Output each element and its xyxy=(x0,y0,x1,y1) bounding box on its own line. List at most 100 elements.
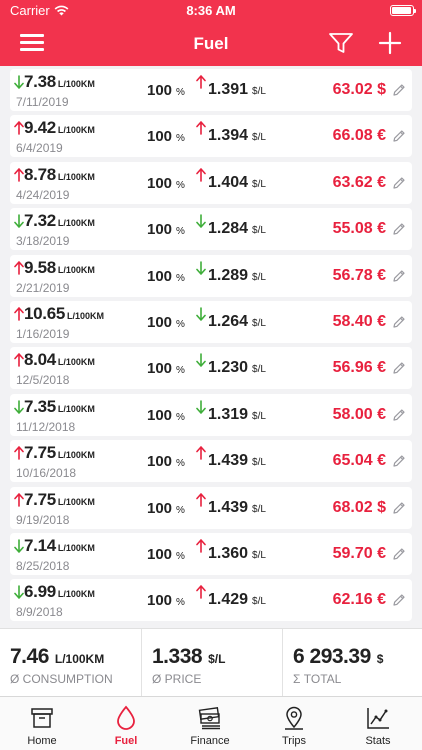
edit-pencil-icon[interactable] xyxy=(392,269,406,283)
price-trend-icon xyxy=(196,399,206,414)
money-stack-icon xyxy=(198,706,220,730)
summary-total: 6 293.39 $ Σ TOTAL xyxy=(282,629,422,697)
fuel-entry-row[interactable]: 7.32 L/100KM 3/18/2019 100% 1.284 $/L 55.0… xyxy=(10,208,412,251)
fuel-entry-row[interactable]: 6.99 L/100KM 8/9/2018 100% 1.429 $/L 62.16… xyxy=(10,579,412,622)
tab-stats[interactable]: Stats xyxy=(336,697,420,750)
price-unit: $/L xyxy=(252,132,266,144)
filter-icon[interactable] xyxy=(328,31,354,55)
price-unit: $/L xyxy=(252,178,266,190)
fuel-entry-row[interactable]: 7.14 L/100KM 8/25/2018 100% 1.360 $/L 59.7… xyxy=(10,533,412,575)
consumption-trend-icon xyxy=(14,539,24,553)
fill-percent-unit: % xyxy=(176,504,185,516)
fill-total: 63.02 $ xyxy=(332,81,386,98)
total-cost-unit: $ xyxy=(376,652,384,666)
edit-pencil-icon[interactable] xyxy=(392,222,406,236)
price-unit: $/L xyxy=(252,225,266,237)
price-trend-icon xyxy=(196,121,206,136)
tab-home[interactable]: Home xyxy=(0,697,84,750)
unit-price: 1.439 $/L xyxy=(208,499,266,517)
fill-date: 3/18/2019 xyxy=(16,234,70,249)
consumption-unit: L/100KM xyxy=(57,171,95,182)
add-icon[interactable] xyxy=(378,31,402,55)
tab-fuel[interactable]: Fuel xyxy=(84,697,168,750)
price-unit: $/L xyxy=(252,550,266,561)
consumption-value: 7.75 xyxy=(24,489,56,509)
tab-label: Home xyxy=(27,735,57,747)
fill-total: 55.08 € xyxy=(332,220,386,238)
price-trend-icon xyxy=(196,260,206,275)
avg-consumption-unit: L/100KM xyxy=(54,652,105,666)
fill-date: 1/16/2019 xyxy=(16,327,70,341)
edit-pencil-icon[interactable] xyxy=(392,593,406,607)
fill-date: 12/5/2018 xyxy=(16,373,70,388)
fill-percent-unit: % xyxy=(176,551,185,562)
fill-date: 8/25/2018 xyxy=(16,559,70,573)
price-unit: $/L xyxy=(252,271,266,283)
fill-total: 68.02 $ xyxy=(332,498,386,516)
unit-price: 1.391 $/L xyxy=(208,81,266,99)
fill-total: 62.16 € xyxy=(332,591,386,609)
edit-pencil-icon[interactable] xyxy=(392,408,406,422)
consumption-trend-icon xyxy=(14,446,24,460)
edit-pencil-icon[interactable] xyxy=(392,454,406,468)
edit-pencil-icon[interactable] xyxy=(392,501,406,515)
fill-percent-value: 100 xyxy=(147,592,173,610)
tab-label: Fuel xyxy=(114,735,138,747)
summary-bar: 7.46 L/100KM Ø CONSUMPTION 1.338 $/L Ø PRI… xyxy=(0,628,422,697)
page-title: Fuel xyxy=(193,34,229,53)
price-value: 1.429 xyxy=(208,591,249,609)
edit-pencil-icon[interactable] xyxy=(392,361,406,375)
fill-total: 66.08 € xyxy=(332,127,386,145)
fill-percent-value: 100 xyxy=(147,453,173,471)
consumption-trend-icon xyxy=(14,260,24,275)
edit-pencil-icon[interactable] xyxy=(392,176,406,190)
fuel-list[interactable]: 7.38 L/100KM 7/11/2019 100% 1.391 $/L 63.0… xyxy=(0,66,422,628)
fill-date: 10/16/2018 xyxy=(16,466,77,481)
fuel-entry-row[interactable]: 7.38 L/100KM 7/11/2019 100% 1.391 $/L 63.0… xyxy=(10,69,412,111)
tab-bar: Home Fuel Finance Trips Stats xyxy=(0,696,422,750)
edit-pencil-icon[interactable] xyxy=(392,129,406,143)
price-trend-icon xyxy=(196,307,206,321)
fill-percent: 100% xyxy=(147,82,185,100)
fill-date: 7/11/2019 xyxy=(16,95,69,109)
price-trend-icon xyxy=(196,539,206,553)
consumption-unit: L/100KM xyxy=(57,79,95,89)
fill-total: 56.78 € xyxy=(332,266,386,284)
consumption-trend-icon xyxy=(14,121,24,136)
fuel-entry-row[interactable]: 7.75 L/100KM 9/19/2018 100% 1.439 $/L 68.0… xyxy=(10,486,412,529)
avg-consumption-label: Ø CONSUMPTION xyxy=(10,672,113,686)
fill-percent-unit: % xyxy=(176,411,185,423)
fuel-entry-row[interactable]: 9.58 L/100KM 2/21/2019 100% 1.289 $/L 56.7… xyxy=(10,254,412,297)
price-trend-icon xyxy=(196,446,206,460)
consumption: 6.99 L/100KM xyxy=(24,582,95,602)
fuel-entry-row[interactable]: 10.65 L/100KM 1/16/2019 100% 1.264 $/L 58.… xyxy=(10,301,412,343)
fill-total: 63.62 € xyxy=(332,173,386,191)
fill-percent: 100% xyxy=(147,221,185,239)
fill-total: 56.96 € xyxy=(332,359,386,377)
fill-percent-value: 100 xyxy=(147,406,173,424)
fill-percent-value: 100 xyxy=(147,314,173,331)
fuel-entry-row[interactable]: 7.75 L/100KM 10/16/2018 100% 1.439 $/L 65.… xyxy=(10,440,412,483)
edit-pencil-icon[interactable] xyxy=(392,83,406,97)
tab-finance[interactable]: Finance xyxy=(168,697,252,750)
price-unit: $/L xyxy=(252,457,266,469)
fill-total: 59.70 € xyxy=(332,545,386,562)
fuel-entry-row[interactable]: 9.42 L/100KM 6/4/2019 100% 1.394 $/L 66.08… xyxy=(10,115,412,158)
price-value: 1.391 xyxy=(208,81,249,98)
fill-percent: 100% xyxy=(147,500,185,518)
unit-price: 1.404 $/L xyxy=(208,174,266,192)
edit-pencil-icon[interactable] xyxy=(392,547,406,561)
fill-percent-unit: % xyxy=(176,226,185,238)
edit-pencil-icon[interactable] xyxy=(392,315,406,329)
fill-percent-unit: % xyxy=(176,87,185,98)
consumption-trend-icon xyxy=(14,75,24,89)
price-value: 1.319 xyxy=(208,405,249,423)
fuel-entry-row[interactable]: 7.35 L/100KM 11/12/2018 100% 1.319 $/L 58.… xyxy=(10,393,412,436)
fuel-entry-row[interactable]: 8.78 L/100KM 4/24/2019 100% 1.404 $/L 63.6… xyxy=(10,161,412,204)
fuel-entry-row[interactable]: 8.04 L/100KM 12/5/2018 100% 1.230 $/L 56.9… xyxy=(10,347,412,390)
fill-percent-unit: % xyxy=(176,458,185,470)
fill-percent-unit: % xyxy=(176,319,185,330)
tab-trips[interactable]: Trips xyxy=(252,697,336,750)
fill-date: 2/21/2019 xyxy=(16,280,70,295)
avg-consumption-value: 7.46 xyxy=(10,645,49,668)
